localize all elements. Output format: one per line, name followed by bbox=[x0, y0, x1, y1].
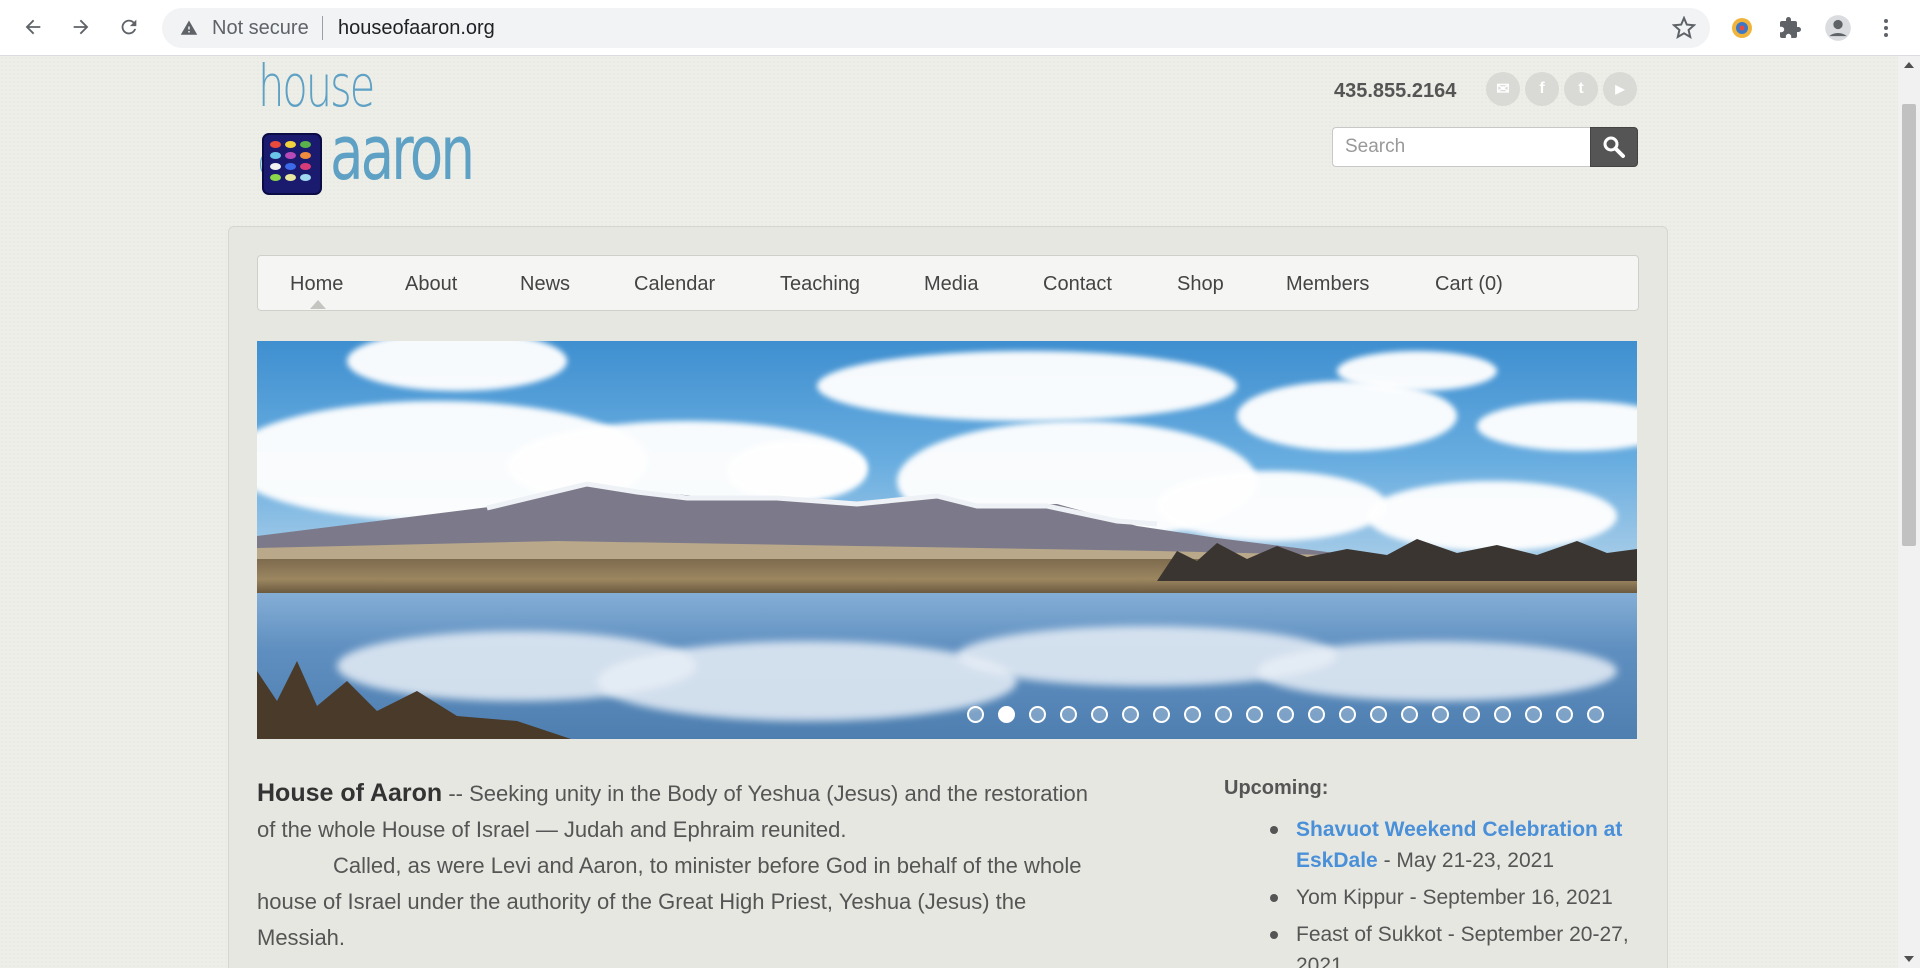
search-input[interactable] bbox=[1332, 127, 1590, 167]
search-form bbox=[1332, 127, 1638, 167]
slider-dot[interactable] bbox=[1463, 706, 1480, 723]
url-text[interactable]: houseofaaron.org bbox=[338, 17, 495, 40]
menu-dots-icon[interactable] bbox=[1872, 14, 1900, 42]
breastplate-icon bbox=[262, 133, 322, 195]
email-icon[interactable]: ✉ bbox=[1486, 72, 1520, 106]
nav-members[interactable]: Members bbox=[1286, 273, 1369, 296]
slider-dot[interactable] bbox=[1184, 706, 1201, 723]
scroll-up-icon[interactable] bbox=[1904, 62, 1914, 68]
facebook-icon[interactable]: f bbox=[1525, 72, 1559, 106]
intro-heading: House of Aaron bbox=[257, 779, 443, 807]
upcoming-events: Upcoming: Shavuot Weekend Celebration at… bbox=[1224, 777, 1644, 968]
page-viewport: house of aaron 435.855.2164 ✉ f t ▶ bbox=[0, 56, 1898, 968]
foreground-reeds bbox=[257, 661, 571, 739]
event-list: Shavuot Weekend Celebration at EskDale -… bbox=[1224, 814, 1644, 968]
slider-dot[interactable] bbox=[1587, 706, 1604, 723]
active-nav-indicator bbox=[310, 300, 326, 309]
forward-arrow-icon[interactable] bbox=[66, 12, 96, 42]
address-bar[interactable]: Not secure houseofaaron.org bbox=[162, 8, 1710, 48]
tree-line bbox=[1157, 539, 1637, 581]
slider-dot[interactable] bbox=[1556, 706, 1573, 723]
content-panel: Home About News Calendar Teaching Media … bbox=[228, 226, 1668, 968]
nav-shop[interactable]: Shop bbox=[1177, 273, 1224, 296]
slider-dot[interactable] bbox=[1153, 706, 1170, 723]
slider-pagination bbox=[967, 706, 1604, 724]
slider-dot[interactable] bbox=[1215, 706, 1232, 723]
hero-slideshow[interactable] bbox=[257, 341, 1637, 739]
upcoming-title: Upcoming: bbox=[1224, 777, 1329, 799]
twitter-icon[interactable]: t bbox=[1564, 72, 1598, 106]
list-item: Shavuot Weekend Celebration at EskDale -… bbox=[1224, 814, 1644, 876]
puzzle-icon[interactable] bbox=[1776, 14, 1804, 42]
phone-number: 435.855.2164 bbox=[1334, 80, 1457, 102]
slider-dot[interactable] bbox=[1277, 706, 1294, 723]
search-icon bbox=[1603, 136, 1625, 158]
intro-line2: Called, as were Levi and Aaron, to minis… bbox=[257, 853, 1082, 950]
list-item: Yom Kippur - September 16, 2021 bbox=[1224, 882, 1644, 913]
slider-dot[interactable] bbox=[998, 706, 1015, 723]
main-nav: Home About News Calendar Teaching Media … bbox=[257, 255, 1639, 311]
slider-dot[interactable] bbox=[1091, 706, 1108, 723]
slider-dot[interactable] bbox=[1525, 706, 1542, 723]
slider-dot[interactable] bbox=[967, 706, 984, 723]
scroll-thumb[interactable] bbox=[1902, 104, 1916, 546]
slider-dot[interactable] bbox=[1122, 706, 1139, 723]
nav-contact[interactable]: Contact bbox=[1043, 273, 1112, 296]
back-arrow-icon[interactable] bbox=[18, 12, 48, 42]
slider-dot[interactable] bbox=[1246, 706, 1263, 723]
security-label[interactable]: Not secure bbox=[212, 17, 309, 40]
nav-cart[interactable]: Cart (0) bbox=[1435, 273, 1503, 296]
extension-globe-icon[interactable] bbox=[1728, 14, 1756, 42]
youtube-icon[interactable]: ▶ bbox=[1603, 72, 1637, 106]
slider-dot[interactable] bbox=[1370, 706, 1387, 723]
slider-dot[interactable] bbox=[1494, 706, 1511, 723]
scroll-down-icon[interactable] bbox=[1904, 956, 1914, 962]
warning-icon bbox=[180, 20, 198, 35]
slider-dot[interactable] bbox=[1432, 706, 1449, 723]
event-text: Feast of Sukkot - September 20-27, 2021 bbox=[1296, 923, 1629, 968]
event-text: Yom Kippur - September 16, 2021 bbox=[1296, 886, 1613, 909]
nav-teaching[interactable]: Teaching bbox=[780, 273, 860, 296]
slider-dot[interactable] bbox=[1029, 706, 1046, 723]
nav-media[interactable]: Media bbox=[924, 273, 978, 296]
slider-dot[interactable] bbox=[1060, 706, 1077, 723]
page-scrollbar[interactable] bbox=[1898, 56, 1920, 968]
nav-calendar[interactable]: Calendar bbox=[634, 273, 715, 296]
nav-news[interactable]: News bbox=[520, 273, 570, 296]
nav-home[interactable]: Home bbox=[290, 273, 343, 296]
profile-icon[interactable] bbox=[1824, 14, 1852, 42]
divider bbox=[322, 16, 323, 40]
list-item: Feast of Sukkot - September 20-27, 2021 bbox=[1224, 919, 1644, 968]
slider-dot[interactable] bbox=[1308, 706, 1325, 723]
event-date: - May 21-23, 2021 bbox=[1377, 849, 1554, 872]
reload-icon[interactable] bbox=[114, 12, 144, 42]
star-icon[interactable] bbox=[1672, 16, 1696, 40]
slider-dot[interactable] bbox=[1401, 706, 1418, 723]
logo-wordmark-bottom: aaron bbox=[330, 108, 475, 197]
nav-about[interactable]: About bbox=[405, 273, 457, 296]
search-button[interactable] bbox=[1590, 127, 1638, 167]
site-logo[interactable]: house of aaron bbox=[258, 56, 475, 200]
browser-toolbar: Not secure houseofaaron.org bbox=[0, 0, 1920, 56]
intro-text: House of Aaron -- Seeking unity in the B… bbox=[257, 775, 1107, 956]
slider-dot[interactable] bbox=[1339, 706, 1356, 723]
